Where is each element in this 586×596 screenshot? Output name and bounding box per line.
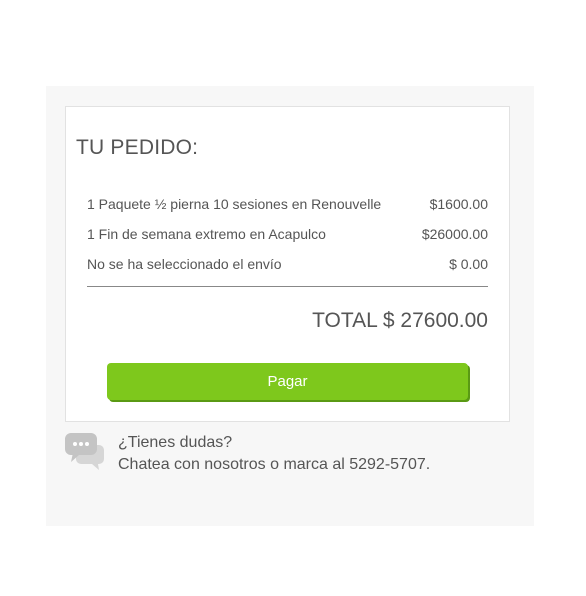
checkout-panel: TU PEDIDO: 1 Paquete ½ pierna 10 sesione…	[46, 86, 534, 526]
help-contact: Chatea con nosotros o marca al 5292-5707…	[118, 456, 431, 473]
order-item: 1 Paquete ½ pierna 10 sesiones en Renouv…	[87, 189, 488, 219]
order-item-name: 1 Fin de semana extremo en Acapulco	[87, 226, 326, 242]
shipping-item: No se ha seleccionado el envío $ 0.00	[87, 249, 488, 279]
help-question: ¿Tienes dudas?	[118, 434, 233, 451]
order-item-name: 1 Paquete ½ pierna 10 sesiones en Renouv…	[87, 196, 382, 212]
order-item: 1 Fin de semana extremo en Acapulco $260…	[87, 219, 488, 249]
order-item-price: $1600.00	[429, 196, 488, 212]
pay-button[interactable]: Pagar	[107, 363, 468, 400]
help-text: ¿Tienes dudas? Chatea con nosotros o mar…	[118, 432, 430, 476]
chat-bubbles-icon	[65, 432, 105, 470]
order-title: TU PEDIDO:	[76, 136, 199, 159]
shipping-item-name: No se ha seleccionado el envío	[87, 256, 282, 272]
shipping-item-price: $ 0.00	[449, 256, 488, 272]
help-section: ¿Tienes dudas? Chatea con nosotros o mar…	[65, 432, 508, 476]
order-total: TOTAL $ 27600.00	[312, 309, 488, 332]
order-summary-card: TU PEDIDO: 1 Paquete ½ pierna 10 sesione…	[65, 106, 510, 422]
order-item-price: $26000.00	[421, 226, 488, 242]
summary-divider	[87, 286, 488, 287]
order-items-list: 1 Paquete ½ pierna 10 sesiones en Renouv…	[87, 189, 488, 279]
